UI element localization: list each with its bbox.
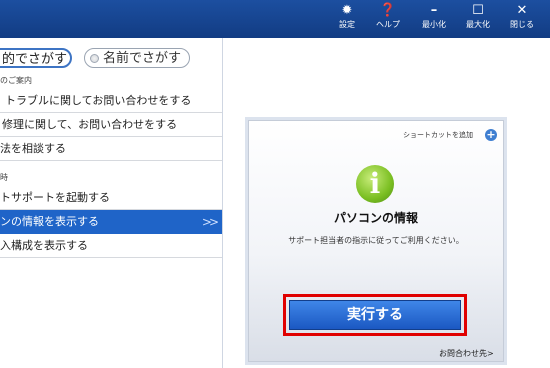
list-item-label: 入構成を表示する (0, 239, 88, 252)
list-item-repair-inquiry[interactable]: 修理に関して、お問い合わせをする (0, 113, 222, 137)
list-item-label: 修理に関して、お問い合わせをする (2, 118, 178, 131)
search-by-name-tab[interactable]: 名前でさがす (84, 48, 190, 68)
list-item-start-support[interactable]: トサポートを起動する (0, 186, 222, 210)
list-item-trouble-inquiry[interactable]: トラブルに関してお問い合わせをする (0, 89, 222, 113)
group-label-when: 時 (0, 173, 8, 182)
maximize-button[interactable]: ☐ 最大化 (462, 2, 494, 36)
list-item-label: トラブルに関してお問い合わせをする (5, 94, 192, 107)
panel-title: パソコンの情報 (333, 211, 418, 225)
maximize-label: 最大化 (466, 20, 490, 29)
settings-button[interactable]: ✹ 設定 (334, 2, 360, 36)
help-button[interactable]: ❓ ヘルプ (372, 2, 404, 36)
pc-info-panel: ショートカットを追加 + i パソコンの情報 サポート担当者の指示に従ってご利用… (248, 120, 504, 362)
search-mode-toggle: 的でさがす 名前でさがす (0, 48, 222, 70)
list-item-label: 法を相談する (0, 142, 66, 155)
list-item-show-pc-info[interactable]: ンの情報を表示する >> (0, 210, 222, 234)
help-label: ヘルプ (376, 20, 400, 29)
info-icon: i (356, 165, 394, 203)
help-icon: ❓ (379, 3, 397, 18)
minimize-icon: – (430, 3, 438, 18)
close-label: 閉じる (510, 20, 534, 29)
maximize-icon: ☐ (472, 3, 484, 18)
menu-pane: 的でさがす 名前でさがす のご案内 トラブルに関してお問い合わせをする 修理に関… (0, 38, 223, 368)
list-item-label: トサポートを起動する (0, 191, 110, 204)
contact-link[interactable]: お問合わせ先> (439, 348, 494, 359)
radio-icon (90, 54, 99, 63)
search-by-name-label: 名前でさがす (103, 51, 182, 66)
add-shortcut-link[interactable]: ショートカットを追加 (403, 130, 473, 140)
minimize-label: 最小化 (422, 20, 446, 29)
title-bar: ✹ 設定 ❓ ヘルプ – 最小化 ☐ 最大化 ✕ 閉じる (0, 0, 550, 38)
run-button[interactable]: 実行する (289, 300, 461, 330)
close-icon: ✕ (516, 3, 528, 18)
plus-icon[interactable]: + (485, 129, 497, 141)
panel-description: サポート担当者の指示に従ってご利用ください。 (288, 236, 464, 245)
list-item-show-config[interactable]: 入構成を表示する (0, 234, 222, 258)
chevron-right-icon: >> (201, 215, 219, 229)
search-by-purpose-label: 的でさがす (2, 52, 68, 67)
group-label-guidance: のご案内 (0, 76, 32, 85)
gear-icon: ✹ (341, 3, 353, 18)
close-button[interactable]: ✕ 閉じる (506, 2, 538, 36)
settings-label: 設定 (339, 20, 355, 29)
list-item-label: ンの情報を表示する (0, 215, 99, 228)
list-item-consult[interactable]: 法を相談する (0, 137, 222, 161)
minimize-button[interactable]: – 最小化 (418, 2, 450, 36)
search-by-purpose-tab[interactable]: 的でさがす (0, 48, 72, 68)
